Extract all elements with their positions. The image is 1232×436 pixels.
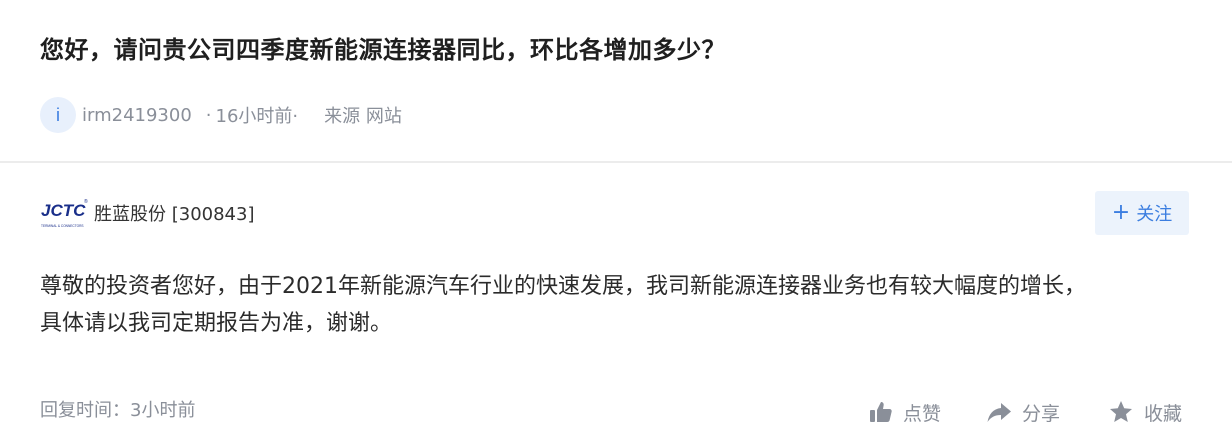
question-meta: i irm2419300 · 16小时前· 来源 网站 xyxy=(40,97,402,133)
follow-label: 关注 xyxy=(1136,204,1173,225)
star-icon xyxy=(1110,401,1132,422)
plus-icon: + xyxy=(1111,200,1131,225)
meta-separator: · xyxy=(205,104,212,126)
company-logo-subtext: TERMINAL & CONNECTORS xyxy=(41,224,84,228)
reply-time: 回复时间：3小时前 xyxy=(40,400,196,421)
company-logo-mark: ® xyxy=(84,198,88,205)
answer-line: 具体请以我司定期报告为准，谢谢。 xyxy=(40,311,393,336)
share-label: 分享 xyxy=(1022,402,1061,425)
company-header: JCTC ® TERMINAL & CONNECTORS 胜蓝股份 [30084… xyxy=(40,193,254,233)
post-source: 来源 网站 xyxy=(324,106,402,127)
thumbs-up-icon xyxy=(870,402,892,422)
like-label: 点赞 xyxy=(903,402,942,425)
company-logo-text: JCTC xyxy=(41,201,86,220)
share-arrow-icon xyxy=(987,403,1011,422)
answer-line: 尊敬的投资者您好，由于2021年新能源汽车行业的快速发展，我司新能源连接器业务也… xyxy=(40,274,1086,299)
company-name[interactable]: 胜蓝股份 [300843] xyxy=(94,200,254,226)
avatar[interactable]: i xyxy=(40,97,76,133)
favorite-label: 收藏 xyxy=(1144,402,1183,425)
favorite-button[interactable]: 收藏 xyxy=(1108,396,1182,428)
username[interactable]: irm2419300 xyxy=(82,105,192,126)
follow-button[interactable]: + 关注 xyxy=(1095,191,1189,235)
section-divider xyxy=(0,161,1232,163)
post-time: 16小时前· xyxy=(215,106,299,127)
share-button[interactable]: 分享 xyxy=(986,396,1060,428)
company-logo: JCTC ® TERMINAL & CONNECTORS xyxy=(41,198,88,228)
like-button[interactable]: 点赞 xyxy=(869,396,941,428)
answer-text: 尊敬的投资者您好，由于2021年新能源汽车行业的快速发展，我司新能源连接器业务也… xyxy=(40,268,1200,342)
question-title: 您好，请问贵公司四季度新能源连接器同比，环比各增加多少？ xyxy=(40,36,726,64)
